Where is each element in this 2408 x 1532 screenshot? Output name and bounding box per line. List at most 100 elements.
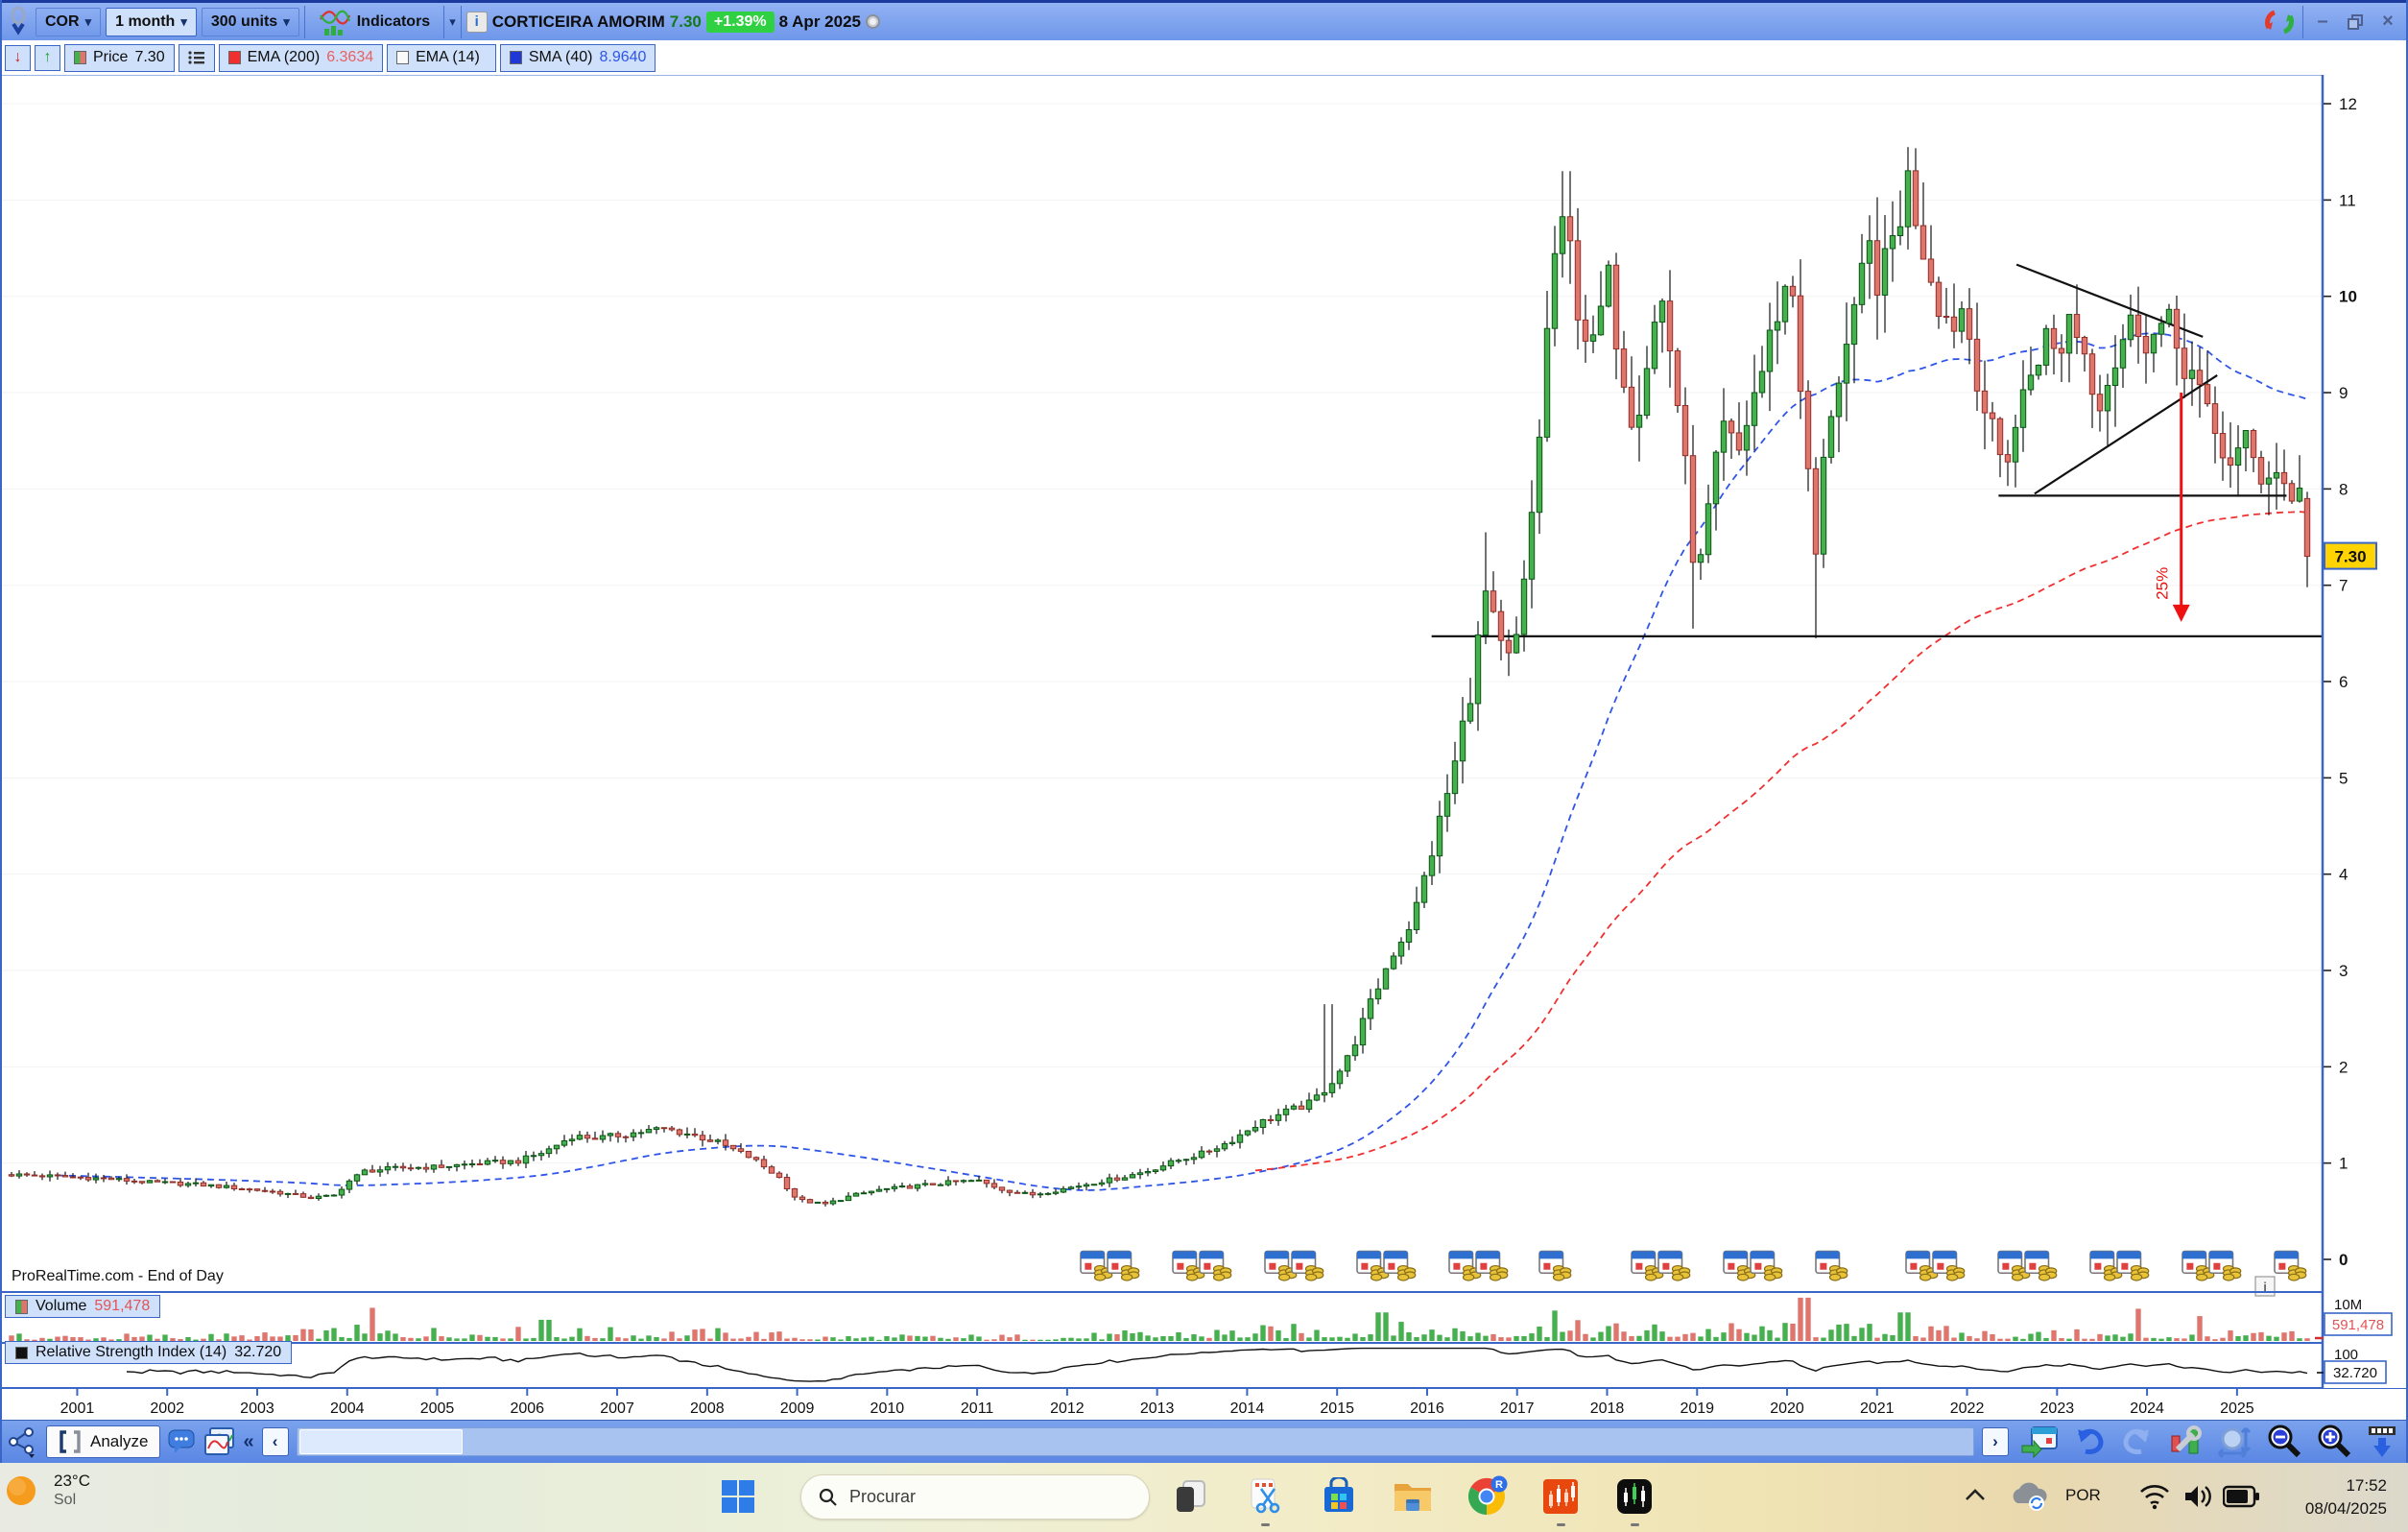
svg-text:2025: 2025 xyxy=(2220,1400,2254,1417)
chat-icon[interactable] xyxy=(168,1428,197,1455)
watermark: ProRealTime.com - End of Day xyxy=(9,1268,226,1285)
ema14-label: EMA (14) xyxy=(416,49,480,66)
indicators-button[interactable]: Indicators xyxy=(310,8,439,36)
svg-text:10: 10 xyxy=(2339,288,2357,306)
sma40-legend[interactable]: SMA (40) 8.9640 xyxy=(500,44,656,72)
volume-icon[interactable] xyxy=(2182,1482,2215,1511)
weather-condition: Sol xyxy=(54,1491,90,1510)
list-settings-button[interactable] xyxy=(179,44,215,72)
weather-widget[interactable]: 23°C Sol xyxy=(6,1471,90,1510)
minimize-button[interactable]: – xyxy=(2308,10,2337,35)
svg-text:1: 1 xyxy=(2339,1155,2348,1173)
wifi-icon[interactable] xyxy=(2138,1482,2171,1511)
rsi-value: 32.720 xyxy=(234,1344,281,1361)
collapse-panel-icon[interactable] xyxy=(2366,1424,2398,1459)
instrument-info-icon[interactable]: i xyxy=(466,12,488,33)
sma40-label: SMA (40) xyxy=(529,49,593,66)
svg-text:7: 7 xyxy=(2339,577,2348,595)
chart-windows-icon[interactable] xyxy=(204,1427,235,1456)
taskbar-app-microsoft-store[interactable] xyxy=(1317,1474,1361,1519)
search-icon xyxy=(819,1488,838,1507)
list-icon xyxy=(188,50,205,65)
chart-settings-wrench-icon[interactable] xyxy=(2168,1424,2203,1459)
green-up-arrow-icon: ↑ xyxy=(44,49,52,66)
link-icon[interactable] xyxy=(6,7,31,37)
svg-text:2012: 2012 xyxy=(1050,1400,1085,1417)
instrument-name: CORTICEIRA AMORIM xyxy=(492,12,665,32)
price-volume-rsi-chart[interactable]: 25%i01234567891011127.3010M591,47810032.… xyxy=(0,75,2408,1420)
taskbar-app-trading-orange[interactable] xyxy=(1538,1474,1583,1519)
volume-value: 591,478 xyxy=(94,1298,150,1315)
svg-text:2006: 2006 xyxy=(510,1400,544,1417)
tray-time: 17:52 xyxy=(2305,1474,2387,1497)
scale-down-button[interactable]: ↓ xyxy=(5,45,31,71)
svg-text:0: 0 xyxy=(2339,1251,2348,1269)
clock[interactable]: 17:52 08/04/2025 xyxy=(2305,1474,2387,1520)
ema14-legend[interactable]: EMA (14) xyxy=(387,44,496,72)
search-placeholder: Procurar xyxy=(849,1487,916,1507)
taskbar-app-trading-black[interactable] xyxy=(1612,1474,1657,1519)
taskbar-app-file-explorer[interactable] xyxy=(1391,1474,1435,1519)
start-button[interactable] xyxy=(716,1474,760,1519)
ema200-swatch-icon xyxy=(228,51,241,64)
zoom-in-icon[interactable] xyxy=(2316,1424,2352,1459)
sma40-value: 8.9640 xyxy=(600,49,647,66)
zoom-area-icon[interactable] xyxy=(2216,1424,2253,1459)
analyze-label: Analyze xyxy=(90,1432,148,1451)
collapse-left-icon[interactable]: « xyxy=(243,1431,253,1453)
restore-button[interactable] xyxy=(2341,10,2370,35)
snipping-tool-icon xyxy=(1246,1477,1284,1516)
scroll-left-button[interactable]: ‹ xyxy=(262,1427,289,1456)
svg-text:4: 4 xyxy=(2339,866,2348,884)
refresh-icon[interactable] xyxy=(2261,5,2298,39)
go-to-date-icon[interactable] xyxy=(2020,1424,2059,1459)
svg-text:2023: 2023 xyxy=(2040,1400,2075,1417)
language-indicator[interactable]: POR xyxy=(2065,1486,2101,1505)
taskbar-app-snipping-tool[interactable] xyxy=(1243,1474,1287,1519)
share-icon[interactable] xyxy=(6,1425,38,1458)
undo-icon[interactable] xyxy=(2072,1426,2107,1457)
record-icon[interactable] xyxy=(866,14,880,29)
ema200-legend[interactable]: EMA (200) 6.3634 xyxy=(219,44,384,72)
chart-scrollbar[interactable] xyxy=(297,1427,1974,1456)
running-indicator xyxy=(1261,1523,1270,1526)
redo-icon[interactable] xyxy=(2120,1426,2155,1457)
close-button[interactable]: × xyxy=(2373,10,2402,35)
ema200-value: 6.3634 xyxy=(326,49,373,66)
restore-icon xyxy=(2348,14,2363,30)
search-input[interactable]: Procurar xyxy=(800,1474,1150,1520)
analyze-button[interactable]: Analyze xyxy=(46,1425,160,1458)
hidden-icons-chevron[interactable] xyxy=(1963,1486,1988,1505)
sma40-swatch-icon xyxy=(510,51,522,64)
taskbar-app-task-view[interactable] xyxy=(1169,1474,1213,1519)
windows-taskbar: 23°C Sol Procurar xyxy=(0,1463,2408,1532)
rsi-label: Relative Strength Index (14) xyxy=(36,1344,226,1361)
ema14-swatch-icon xyxy=(396,51,409,64)
zoom-out-icon[interactable] xyxy=(2266,1424,2302,1459)
volume-legend[interactable]: Volume 591,478 xyxy=(5,1295,160,1318)
svg-text:591,478: 591,478 xyxy=(2332,1317,2384,1333)
svg-text:32.720: 32.720 xyxy=(2333,1365,2377,1381)
last-price: 7.30 xyxy=(670,12,702,32)
units-dropdown[interactable]: 300 units ▾ xyxy=(202,8,299,36)
indicator-legend-bar: ↓ ↑ Price 7.30 EMA (200) 6.3634 EMA (14) xyxy=(0,40,2408,75)
svg-text:2007: 2007 xyxy=(600,1400,634,1417)
price-swatch-icon xyxy=(74,51,86,64)
scale-up-button[interactable]: ↑ xyxy=(35,45,60,71)
price-legend[interactable]: Price 7.30 xyxy=(64,44,175,72)
chevron-down-icon[interactable]: ▾ xyxy=(449,14,456,30)
scrollbar-thumb[interactable] xyxy=(299,1429,463,1454)
taskbar-app-chrome[interactable]: R xyxy=(1465,1474,1509,1519)
timeframe-dropdown[interactable]: 1 month ▾ xyxy=(106,8,197,36)
weather-temperature: 23°C xyxy=(54,1471,90,1491)
onedrive-sync-icon[interactable] xyxy=(2008,1480,2050,1513)
scroll-right-button[interactable]: › xyxy=(1982,1427,2009,1456)
rsi-legend[interactable]: Relative Strength Index (14) 32.720 xyxy=(5,1341,292,1364)
symbol-dropdown[interactable]: COR ▾ xyxy=(36,8,101,36)
battery-icon[interactable] xyxy=(2223,1484,2259,1509)
orange-candlestick-app-icon xyxy=(1541,1477,1580,1516)
svg-text:2002: 2002 xyxy=(150,1400,184,1417)
svg-text:2008: 2008 xyxy=(690,1400,725,1417)
svg-text:12: 12 xyxy=(2339,95,2357,113)
chart-area[interactable]: 25%i01234567891011127.3010M591,47810032.… xyxy=(0,75,2408,1420)
